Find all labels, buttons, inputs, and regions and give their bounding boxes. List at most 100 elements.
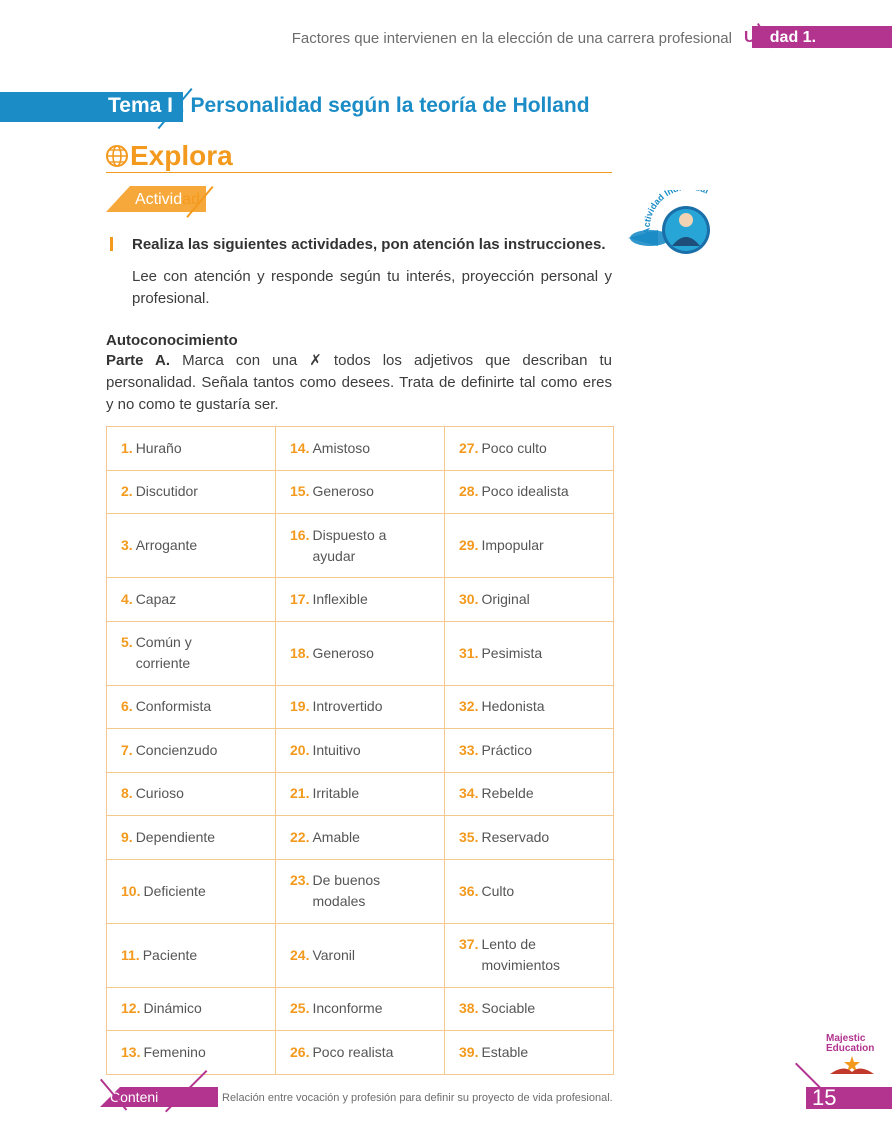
adjective-cell: 12. Dinámico <box>106 986 276 1031</box>
adjective-number: 19. <box>290 698 310 715</box>
adjective-text: Concienzudo <box>135 741 218 758</box>
table-row: 3. Arrogante 16. Dispuesto a ayudar 29. Impop… <box>106 513 614 578</box>
adjective-text: Reservado <box>481 828 550 845</box>
adjective-cell: 34. Rebelde <box>444 771 614 816</box>
adjective-text: Poco culto <box>481 439 547 456</box>
adjective-cell: 36. Culto <box>444 858 614 924</box>
explora-heading: Explora <box>106 140 233 172</box>
adjective-text: Lento de movimientos <box>481 936 561 973</box>
adjective-number: 15. <box>290 483 310 500</box>
adjective-text: Generoso <box>312 483 374 500</box>
adjective-number: 38. <box>459 1000 479 1017</box>
adjective-number: 6. <box>121 698 133 715</box>
part-a-label: Parte A. <box>106 352 171 369</box>
adjective-cell: 27. Poco culto <box>444 426 614 471</box>
adjective-number: 14. <box>290 439 310 456</box>
adjective-number: 22. <box>290 828 310 845</box>
adjective-cell: 30. Original <box>444 577 614 622</box>
table-row: 11. Paciente 24. Varonil 37. Lento de movimie… <box>106 922 614 988</box>
adjective-text: Sociable <box>481 1000 536 1017</box>
header-subtitle: Factores que intervienen en la elección … <box>291 30 732 47</box>
adjective-text: Deficiente <box>143 882 206 899</box>
footer-text: Relación entre vocación y profesión para… <box>222 1092 613 1104</box>
table-row: 12. Dinámico 25. Inconforme 38. Sociable <box>106 986 614 1031</box>
table-row: 7. Concienzudo 20. Intuitivo 33. Práctico <box>106 728 614 773</box>
table-row: 5. Común y corriente 18. Generoso 31. Pesimis… <box>106 620 614 686</box>
adjective-cell: 37. Lento de movimientos <box>444 922 614 988</box>
adjective-cell: 35. Reservado <box>444 815 614 860</box>
adjective-cell: 2. Discutidor <box>106 469 276 514</box>
table-row: 10. Deficiente 23. De buenos modales 36. Cult… <box>106 858 614 924</box>
adjective-cell: 5. Común y corriente <box>106 620 276 686</box>
adjective-cell: 16. Dispuesto a ayudar <box>275 513 445 578</box>
unit-label: Unidad 1. <box>744 29 817 46</box>
adjective-text: Amistoso <box>312 439 371 456</box>
adjective-number: 27. <box>459 439 479 456</box>
adjective-cell: 22. Amable <box>275 815 445 860</box>
instruction-number <box>110 237 113 251</box>
adjective-text: Dinámico <box>143 1000 202 1017</box>
adjective-cell: 32. Hedonista <box>444 684 614 729</box>
adjective-text: De buenos modales <box>312 872 381 909</box>
adjective-number: 7. <box>121 741 133 758</box>
adjective-cell: 8. Curioso <box>106 771 276 816</box>
adjective-cell: 39. Estable <box>444 1030 614 1075</box>
adjective-cell: 19. Introvertido <box>275 684 445 729</box>
adjective-number: 13. <box>121 1043 141 1060</box>
adjective-text: Poco idealista <box>481 483 569 500</box>
adjective-cell: 24. Varonil <box>275 922 445 988</box>
adjective-text: Amable <box>312 828 360 845</box>
adjective-text: Estable <box>481 1043 529 1060</box>
adjective-text: Inflexible <box>312 590 368 607</box>
table-row: 2. Discutidor 15. Generoso 28. Poco idealista <box>106 469 614 514</box>
adjective-number: 2. <box>121 483 133 500</box>
adjective-cell: 1. Huraño <box>106 426 276 471</box>
adjective-text: Irritable <box>312 785 360 802</box>
adjective-number: 30. <box>459 590 479 607</box>
adjective-text: Dispuesto a ayudar <box>312 526 387 564</box>
adjective-cell: 11. Paciente <box>106 922 276 988</box>
adjective-text: Culto <box>481 882 515 899</box>
adjective-text: Generoso <box>312 644 374 661</box>
adjective-number: 21. <box>290 785 310 802</box>
adjective-number: 31. <box>459 644 479 661</box>
adjective-cell: 23. De buenos modales <box>275 858 445 924</box>
adjective-number: 36. <box>459 882 479 899</box>
adjective-number: 26. <box>290 1043 310 1060</box>
adjective-number: 18. <box>290 644 310 661</box>
adjective-cell: 3. Arrogante <box>106 513 276 578</box>
adjective-cell: 20. Intuitivo <box>275 728 445 773</box>
adjective-text: Rebelde <box>481 785 534 802</box>
adjective-cell: 7. Concienzudo <box>106 728 276 773</box>
adjective-cell: 4. Capaz <box>106 577 276 622</box>
adjective-cell: 14. Amistoso <box>275 426 445 471</box>
adjective-number: 29. <box>459 537 479 553</box>
adjective-cell: 29. Impopular <box>444 513 614 578</box>
globe-icon <box>106 145 128 167</box>
adjective-number: 32. <box>459 698 479 715</box>
adjective-number: 24. <box>290 946 310 963</box>
table-row: 9. Dependiente 22. Amable 35. Reservado <box>106 815 614 860</box>
adjective-number: 39. <box>459 1043 479 1060</box>
adjective-number: 17. <box>290 590 310 607</box>
adjective-text: Poco realista <box>312 1043 394 1060</box>
adjective-cell: 33. Práctico <box>444 728 614 773</box>
adjective-text: Paciente <box>142 946 198 963</box>
adjective-number: 11. <box>121 946 140 963</box>
adjective-text: Hedonista <box>481 698 545 715</box>
part-a-instructions: Parte A. Marca con una ✗ todos los adjet… <box>106 350 612 416</box>
adjective-cell: 25. Inconforme <box>275 986 445 1031</box>
person-icon <box>679 213 693 227</box>
adjective-text: Inconforme <box>312 1000 383 1017</box>
adjective-number: 4. <box>121 590 133 607</box>
adjective-text: Femenino <box>143 1043 206 1060</box>
adjective-number: 16. <box>290 526 310 543</box>
adjective-cell: 9. Dependiente <box>106 815 276 860</box>
adjective-cell: 17. Inflexible <box>275 577 445 622</box>
book-star-icon <box>830 1056 874 1074</box>
table-row: 4. Capaz 17. Inflexible 30. Original <box>106 577 614 622</box>
adjective-text: Conformista <box>135 698 212 715</box>
adjective-number: 3. <box>121 537 133 553</box>
adjective-text: Varonil <box>312 946 356 963</box>
adjective-text: Introvertido <box>312 698 383 715</box>
